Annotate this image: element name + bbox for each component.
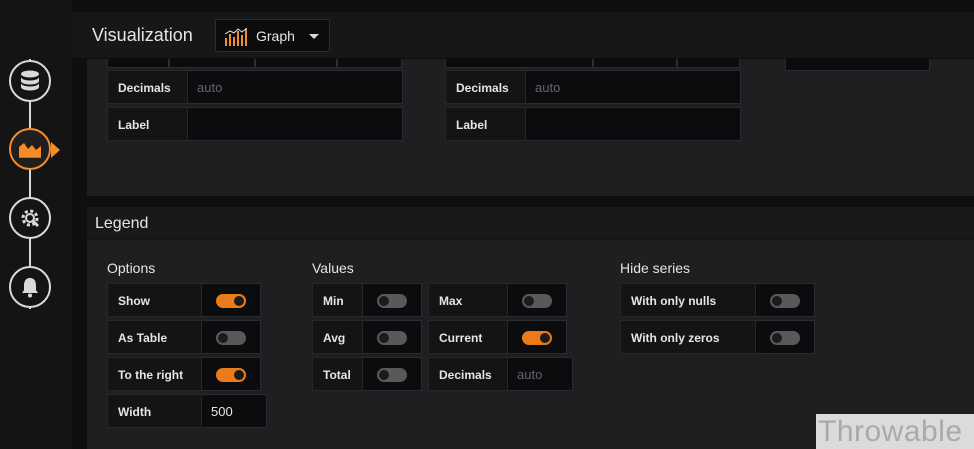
left-y-decimals-input[interactable] — [188, 71, 402, 103]
values-heading: Values — [312, 260, 354, 276]
graph-bars-icon — [225, 28, 247, 46]
toggle-switch[interactable] — [377, 294, 407, 308]
panel-editor-header: Visualization Graph — [72, 12, 974, 59]
toggle-switch[interactable] — [522, 331, 552, 345]
toggle-switch[interactable] — [770, 331, 800, 345]
legend-section-title[interactable]: Legend — [87, 207, 974, 240]
legend-width-input[interactable] — [202, 395, 266, 427]
min-label: Min — [312, 283, 363, 317]
queries-button[interactable] — [9, 60, 51, 102]
editor-main: Decimals Label Decimals Label Visualizat — [72, 0, 974, 449]
show-label: Show — [107, 283, 202, 317]
visualization-picker[interactable]: Graph — [215, 19, 330, 52]
toggle-switch[interactable] — [377, 331, 407, 345]
left-y-decimals-row: Decimals — [107, 70, 403, 104]
left-y-label-input[interactable] — [188, 108, 402, 140]
decimals-label: Decimals — [445, 70, 526, 104]
toggle-switch[interactable] — [216, 294, 246, 308]
hide-zeros-switch[interactable] — [756, 320, 815, 354]
label-label: Label — [445, 107, 526, 141]
values-decimals-row: Decimals — [428, 357, 573, 391]
hide-nulls-row[interactable]: With only nulls — [620, 283, 815, 317]
legend-to-right-switch[interactable] — [202, 357, 261, 391]
visualization-picker-label: Graph — [256, 28, 295, 44]
total-label: Total — [312, 357, 363, 391]
legend-as-table-row[interactable]: As Table — [107, 320, 261, 354]
hide-zeros-row[interactable]: With only zeros — [620, 320, 815, 354]
avg-label: Avg — [312, 320, 363, 354]
values-decimals-input[interactable] — [508, 358, 572, 390]
right-y-label-row: Label — [445, 107, 741, 141]
with-only-zeros-label: With only zeros — [620, 320, 756, 354]
options-heading: Options — [107, 260, 156, 276]
hide-nulls-switch[interactable] — [756, 283, 815, 317]
page-title: Visualization — [92, 25, 193, 45]
visualization-button[interactable] — [9, 128, 51, 170]
legend-width-row: Width — [107, 394, 267, 428]
values-current-switch[interactable] — [508, 320, 567, 354]
alert-button[interactable] — [9, 266, 51, 308]
axes-stub-field — [337, 58, 402, 68]
chevron-down-icon — [309, 34, 319, 39]
axes-stub-field — [255, 58, 337, 68]
axes-stub-field — [107, 58, 169, 68]
values-min-row[interactable]: Min — [312, 283, 422, 317]
values-max-row[interactable]: Max — [428, 283, 567, 317]
alert-bell-icon — [22, 278, 38, 298]
legend-show-row[interactable]: Show — [107, 283, 261, 317]
values-decimals-field[interactable] — [508, 357, 573, 391]
right-y-decimals-row: Decimals — [445, 70, 741, 104]
values-max-switch[interactable] — [508, 283, 567, 317]
axes-stub-field — [785, 58, 930, 71]
general-settings-button[interactable] — [9, 197, 51, 239]
to-the-right-label: To the right — [107, 357, 202, 391]
left-y-label-field[interactable] — [188, 107, 403, 141]
max-label: Max — [428, 283, 508, 317]
toggle-switch[interactable] — [216, 331, 246, 345]
settings-gear-icon — [21, 209, 40, 228]
right-y-label-field[interactable] — [526, 107, 741, 141]
watermark: Throwable — [816, 414, 974, 449]
legend-width-field[interactable] — [202, 394, 267, 428]
right-y-label-input[interactable] — [526, 108, 740, 140]
right-y-decimals-field[interactable] — [526, 70, 741, 104]
decimals-label: Decimals — [428, 357, 508, 391]
axes-stub-field — [169, 58, 255, 68]
left-rail — [0, 0, 72, 449]
hide-series-heading: Hide series — [620, 260, 691, 276]
toggle-switch[interactable] — [216, 368, 246, 382]
left-y-label-row: Label — [107, 107, 403, 141]
axes-panel: Decimals Label Decimals Label — [87, 58, 974, 196]
active-indicator-arrow — [51, 142, 60, 158]
values-min-switch[interactable] — [363, 283, 422, 317]
as-table-label: As Table — [107, 320, 202, 354]
values-total-switch[interactable] — [363, 357, 422, 391]
axes-stub-field — [677, 58, 740, 68]
toggle-switch[interactable] — [522, 294, 552, 308]
current-label: Current — [428, 320, 508, 354]
toggle-switch[interactable] — [770, 294, 800, 308]
toggle-switch[interactable] — [377, 368, 407, 382]
axes-stub-field — [445, 58, 593, 68]
label-label: Label — [107, 107, 188, 141]
legend-as-table-switch[interactable] — [202, 320, 261, 354]
left-y-decimals-field[interactable] — [188, 70, 403, 104]
decimals-label: Decimals — [107, 70, 188, 104]
legend-panel: Legend Options Show As Table To the righ… — [87, 207, 974, 449]
axes-stub-field — [593, 58, 677, 68]
legend-show-switch[interactable] — [202, 283, 261, 317]
width-label: Width — [107, 394, 202, 428]
database-icon — [21, 70, 39, 91]
values-avg-switch[interactable] — [363, 320, 422, 354]
right-y-decimals-input[interactable] — [526, 71, 740, 103]
values-avg-row[interactable]: Avg — [312, 320, 422, 354]
legend-to-right-row[interactable]: To the right — [107, 357, 261, 391]
values-total-row[interactable]: Total — [312, 357, 422, 391]
values-current-row[interactable]: Current — [428, 320, 567, 354]
graph-visualization-icon — [19, 143, 41, 158]
with-only-nulls-label: With only nulls — [620, 283, 756, 317]
